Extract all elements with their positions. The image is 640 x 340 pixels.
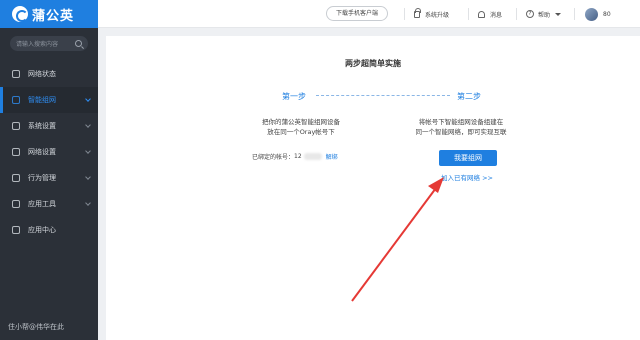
- annotation-arrow-head: [428, 177, 444, 193]
- annotation-arrow-shaft: [351, 187, 437, 302]
- annotation-arrow: [351, 177, 444, 302]
